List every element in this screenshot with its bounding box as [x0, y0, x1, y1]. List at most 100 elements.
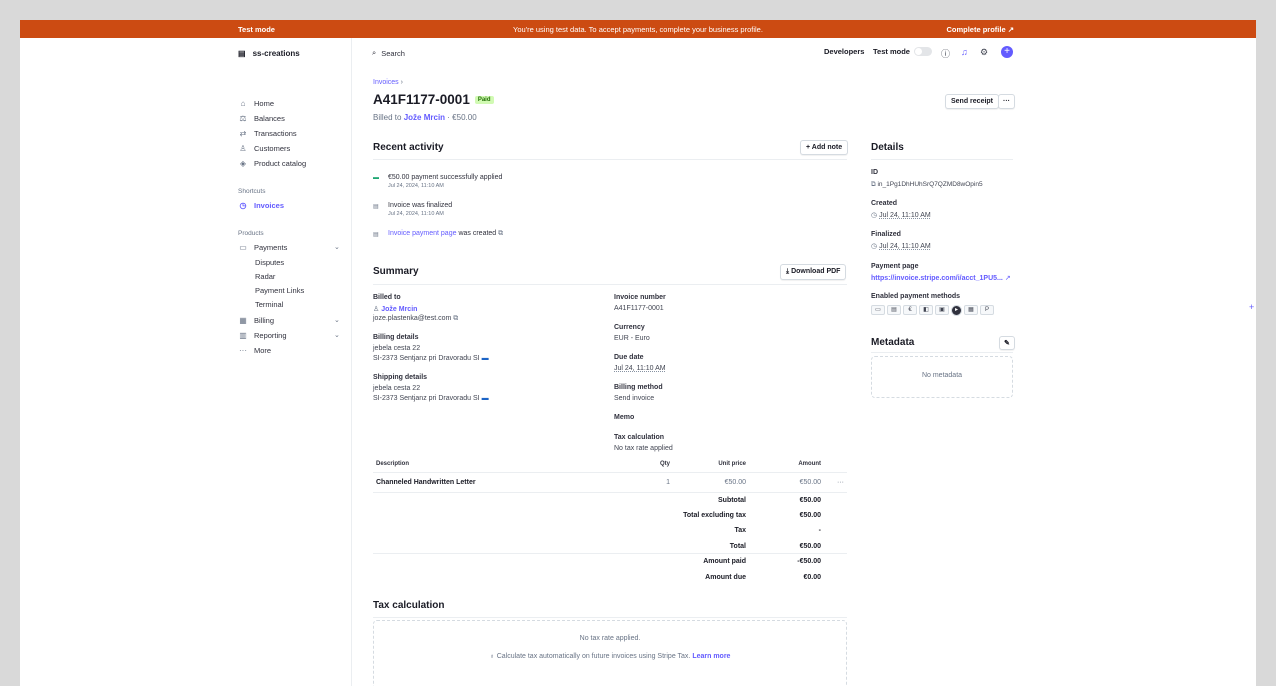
column-header-description: Description [373, 457, 603, 473]
currency-value: EUR - Euro [614, 335, 650, 342]
more-actions-button[interactable]: ··· [998, 94, 1015, 109]
address-text: SI-2373 Sentjanz pri Dravoradu SI [373, 355, 480, 362]
total-value: €50.00 [799, 511, 821, 519]
learn-more-link[interactable]: Learn more [692, 653, 730, 660]
customer-link[interactable]: Jože Mrcin [404, 113, 445, 122]
search-input[interactable]: ⌕ Search [372, 48, 405, 58]
sidebar-subitem-terminal[interactable]: Terminal [255, 300, 283, 309]
gear-icon[interactable]: ⚙ [980, 47, 988, 58]
sidebar-item-label: Billing [254, 316, 275, 325]
sidebar-item-transactions[interactable]: ⇄ Transactions [238, 129, 297, 138]
edit-metadata-button[interactable]: ✎ [999, 336, 1015, 350]
store-icon: ▤ [238, 49, 246, 58]
stripe-tax-text: Calculate tax automatically on future in… [496, 653, 691, 660]
total-value: - [818, 527, 821, 535]
clock-icon: ◷ [239, 201, 247, 210]
banner-message: You're using test data. To accept paymen… [513, 25, 763, 34]
create-button[interactable]: + [1001, 46, 1013, 58]
complete-profile-link[interactable]: Complete profile ↗ [946, 25, 1014, 34]
chevron-down-icon[interactable]: ⌄ [334, 243, 340, 251]
pencil-icon: ✎ [1004, 340, 1010, 347]
payment-page-url-link[interactable]: https://invoice.stripe.com/i/acct_1PU5..… [871, 275, 1003, 282]
sepa-icon: € [903, 305, 917, 315]
sidebar-item-payments[interactable]: ▭ Payments [238, 243, 287, 252]
sidebar-item-more[interactable]: ··· More [238, 346, 271, 355]
sidebar-item-label: Payments [254, 243, 288, 252]
sidebar-item-billing[interactable]: ▦ Billing [238, 316, 274, 325]
divider [871, 159, 1013, 160]
created-value: ◷ Jul 24, 11:10 AM [871, 211, 931, 219]
breadcrumb: Invoices › [373, 79, 403, 86]
totals-row-amount-due: Amount due €0.00 [373, 569, 847, 584]
finalized-date: Jul 24, 11:10 AM [879, 243, 931, 250]
recent-activity-title: Recent activity [373, 142, 444, 153]
sidebar-item-label: Home [254, 99, 275, 108]
details-title: Details [871, 142, 904, 153]
total-label: Total excluding tax [683, 511, 746, 519]
table-row: Channeled Handwritten Letter 1 €50.00 €5… [373, 472, 847, 493]
total-label: Tax [734, 527, 746, 535]
chevron-down-icon[interactable]: ⌄ [334, 331, 340, 339]
billed-to-name-link[interactable]: Jože Mrcin [381, 306, 417, 313]
product-catalog-icon: ◈ [239, 159, 247, 168]
shortcuts-heading: Shortcuts [238, 188, 266, 195]
expand-panel-icon[interactable]: + [1249, 302, 1254, 312]
balances-icon: ⚖ [239, 114, 247, 123]
sidebar-item-product-catalog[interactable]: ◈ Product catalog [238, 159, 306, 168]
page-title: A41F1177-0001 [373, 92, 470, 107]
lightbulb-icon: ♁ [489, 653, 495, 660]
totals-row-amount-paid: Amount paid -€50.00 [373, 554, 847, 569]
billed-to-email: joze.plastenka@test.com ⧉ [373, 315, 458, 323]
developers-link[interactable]: Developers [824, 47, 864, 56]
payment-page-label: Payment page [871, 263, 919, 270]
sidebar-item-label: Invoices [254, 201, 285, 210]
row-actions-button[interactable]: ··· [824, 472, 847, 492]
item-qty: 1 [666, 478, 670, 486]
totals-row-subtotal: Subtotal €50.00 [373, 492, 847, 507]
notifications-icon[interactable]: ♫ [961, 47, 968, 57]
total-value: €50.00 [799, 542, 821, 550]
total-label: Subtotal [718, 496, 746, 504]
memo-label: Memo [614, 414, 635, 421]
sidebar-subitem-payment-links[interactable]: Payment Links [255, 286, 304, 295]
chevron-down-icon[interactable]: ⌄ [334, 316, 340, 324]
sidebar-item-invoices[interactable]: ◷ Invoices [238, 201, 285, 210]
bancontact-icon: ◧ [919, 305, 933, 315]
account-switcher[interactable]: ▤ ss-creations [238, 49, 300, 58]
payment-icon: ▬ [373, 175, 379, 181]
stripe-tax-cta: ♁ Calculate tax automatically on future … [373, 653, 847, 660]
email-text: joze.plastenka@test.com [373, 315, 452, 322]
document-icon: ▤ [373, 204, 379, 210]
total-label: Total [729, 542, 746, 550]
account-name: ss-creations [252, 49, 300, 58]
download-icon: ⤓ [786, 268, 790, 275]
send-receipt-button[interactable]: Send receipt [945, 94, 1000, 109]
sidebar-item-balances[interactable]: ⚖ Balances [238, 114, 285, 123]
invoice-amount: · €50.00 [447, 113, 477, 122]
sidebar-item-reporting[interactable]: ▥ Reporting [238, 331, 286, 340]
total-value: €50.00 [799, 496, 821, 504]
sidebar-subitem-radar[interactable]: Radar [255, 272, 275, 281]
download-pdf-button[interactable]: ⤓ Download PDF [780, 264, 847, 280]
sidebar-item-home[interactable]: ⌂ Home [238, 99, 274, 108]
external-link-icon[interactable]: ↗ [1005, 275, 1011, 282]
summary-title: Summary [373, 266, 419, 277]
sidebar-subitem-disputes[interactable]: Disputes [255, 258, 284, 267]
finalized-label: Finalized [871, 231, 901, 238]
payment-page-link[interactable]: Invoice payment page [388, 230, 457, 237]
app-frame: Test mode You're using test data. To acc… [20, 20, 1256, 686]
copy-icon[interactable]: ⧉ [453, 315, 458, 322]
copy-icon[interactable]: ⧉ [498, 230, 503, 237]
test-mode-toggle[interactable]: Test mode [873, 47, 932, 56]
help-icon[interactable]: ⓘ [941, 47, 950, 60]
totals-row-total: Total €50.00 [373, 539, 847, 554]
totals-row-tax: Tax - [373, 523, 847, 538]
sidebar-item-customers[interactable]: ♙ Customers [238, 144, 290, 153]
breadcrumb-invoices-link[interactable]: Invoices [373, 79, 399, 86]
sidebar-item-label: Balances [254, 114, 285, 123]
copy-icon[interactable]: ⧉ [871, 181, 876, 188]
toggle-switch[interactable] [913, 47, 932, 56]
activity-text: was created [458, 230, 497, 237]
add-note-button[interactable]: + Add note [800, 140, 849, 155]
page-header: A41F1177-0001 Paid [373, 92, 494, 107]
